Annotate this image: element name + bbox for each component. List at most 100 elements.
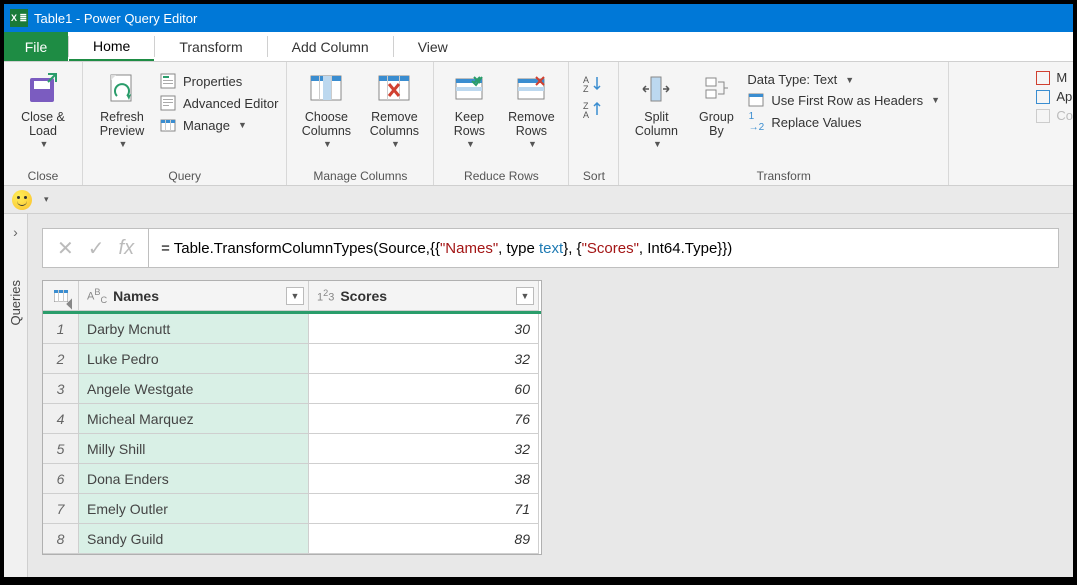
overflow-label-2: Ap <box>1056 89 1072 104</box>
cell-score[interactable]: 76 <box>309 404 539 434</box>
table-row[interactable]: 3Angele Westgate60 <box>43 374 541 404</box>
group-by-label: Group By <box>699 110 734 139</box>
tab-home[interactable]: Home <box>69 32 154 61</box>
tab-file[interactable]: File <box>4 32 68 61</box>
cell-score[interactable]: 38 <box>309 464 539 494</box>
tab-add-column[interactable]: Add Column <box>268 32 393 61</box>
use-first-row-button[interactable]: Use First Row as Headers ▼ <box>747 91 940 109</box>
svg-text:Z: Z <box>583 84 589 92</box>
group-label-close: Close <box>28 169 59 183</box>
dropdown-caret-icon: ▼ <box>528 139 537 149</box>
group-label-manage-columns: Manage Columns <box>313 169 407 183</box>
smiley-icon[interactable] <box>12 190 32 210</box>
overflow-item-3[interactable]: Co <box>1036 108 1073 123</box>
expand-queries-icon[interactable]: › <box>13 224 18 240</box>
cell-name[interactable]: Darby Mcnutt <box>79 314 309 344</box>
sort-desc-button[interactable]: ZA <box>583 100 605 118</box>
cell-score[interactable]: 71 <box>309 494 539 524</box>
properties-icon <box>159 72 177 90</box>
refresh-icon <box>105 68 139 110</box>
data-type-label: Data Type: Text <box>747 72 837 87</box>
remove-rows-button[interactable]: Remove Rows ▼ <box>502 66 560 151</box>
cell-name[interactable]: Angele Westgate <box>79 374 309 404</box>
table-row[interactable]: 6Dona Enders38 <box>43 464 541 494</box>
formula-cancel-icon[interactable]: ✕ <box>57 236 74 261</box>
row-index: 6 <box>43 464 79 494</box>
column-filter-names[interactable]: ▼ <box>286 287 304 305</box>
data-type-button[interactable]: Data Type: Text ▼ <box>747 72 940 87</box>
ribbon-tabs: File Home Transform Add Column View <box>4 32 1073 62</box>
remove-rows-icon <box>516 68 546 110</box>
ribbon: Close & Load ▼ Close Refresh Preview ▼ <box>4 62 1073 186</box>
overflow-label-3: Co <box>1056 108 1073 123</box>
table-row[interactable]: 8Sandy Guild89 <box>43 524 541 554</box>
split-column-icon <box>641 68 671 110</box>
choose-columns-button[interactable]: Choose Columns ▼ <box>295 66 357 151</box>
formula-input[interactable]: = Table.TransformColumnTypes(Source,{{"N… <box>149 228 1059 268</box>
table-row[interactable]: 2Luke Pedro32 <box>43 344 541 374</box>
row-selector-header[interactable] <box>43 281 79 311</box>
group-by-button[interactable]: Group By <box>691 66 741 141</box>
advanced-editor-button[interactable]: Advanced Editor <box>159 94 278 112</box>
cell-name[interactable]: Milly Shill <box>79 434 309 464</box>
cell-name[interactable]: Micheal Marquez <box>79 404 309 434</box>
overflow-item-2[interactable]: Ap <box>1036 89 1072 104</box>
remove-columns-button[interactable]: Remove Columns ▼ <box>363 66 425 151</box>
keep-rows-button[interactable]: Keep Rows ▼ <box>442 66 496 151</box>
overflow-item-1[interactable]: M <box>1036 70 1067 85</box>
sort-asc-button[interactable]: AZ <box>583 74 605 92</box>
dropdown-caret-icon: ▼ <box>40 139 49 149</box>
group-sort: AZ ZA Sort <box>569 62 619 185</box>
column-header-scores[interactable]: 123 Scores ▼ <box>309 281 539 311</box>
table-row[interactable]: 5Milly Shill32 <box>43 434 541 464</box>
cell-name[interactable]: Emely Outler <box>79 494 309 524</box>
fx-icon[interactable]: fx <box>119 237 135 260</box>
row-index: 1 <box>43 314 79 344</box>
grid-header-row: ABC Names ▼ 123 Scores ▼ <box>43 281 541 311</box>
cell-name[interactable]: Dona Enders <box>79 464 309 494</box>
table-row[interactable]: 1Darby Mcnutt30 <box>43 314 541 344</box>
quick-access-bar: ▾ <box>4 186 1073 214</box>
advanced-editor-icon <box>159 94 177 112</box>
cell-score[interactable]: 60 <box>309 374 539 404</box>
row-index: 8 <box>43 524 79 554</box>
split-column-label: Split Column <box>635 110 678 139</box>
cell-score[interactable]: 89 <box>309 524 539 554</box>
close-load-label: Close & Load <box>21 110 65 139</box>
manage-label: Manage <box>183 118 230 133</box>
manage-button[interactable]: Manage ▼ <box>159 116 278 134</box>
table-row[interactable]: 4Micheal Marquez76 <box>43 404 541 434</box>
formula-bar: ✕ ✓ fx = Table.TransformColumnTypes(Sour… <box>42 228 1059 268</box>
group-transform: Split Column ▼ Group By Data Type: Text … <box>619 62 949 185</box>
tab-transform[interactable]: Transform <box>155 32 266 61</box>
data-grid: ABC Names ▼ 123 Scores ▼ 1Darby Mcnutt30… <box>42 280 542 555</box>
cell-name[interactable]: Luke Pedro <box>79 344 309 374</box>
overflow-label-1: M <box>1056 70 1067 85</box>
choose-columns-icon <box>309 68 343 110</box>
column-header-names[interactable]: ABC Names ▼ <box>79 281 309 311</box>
svg-text:A: A <box>583 110 589 118</box>
keep-rows-label: Keep Rows <box>454 110 485 139</box>
replace-values-label: Replace Values <box>771 115 861 130</box>
cell-score[interactable]: 32 <box>309 434 539 464</box>
cell-score[interactable]: 32 <box>309 344 539 374</box>
qat-dropdown-icon[interactable]: ▾ <box>44 194 49 205</box>
queries-label: Queries <box>8 280 23 326</box>
tab-view[interactable]: View <box>394 32 472 61</box>
cell-score[interactable]: 30 <box>309 314 539 344</box>
group-label-query: Query <box>168 169 201 183</box>
refresh-preview-button[interactable]: Refresh Preview ▼ <box>91 66 153 151</box>
column-name-names: Names <box>113 288 159 304</box>
queries-pane-collapsed: › Queries <box>4 214 28 577</box>
column-filter-scores[interactable]: ▼ <box>516 287 534 305</box>
close-and-load-button[interactable]: Close & Load ▼ <box>12 66 74 151</box>
dropdown-caret-icon: ▼ <box>238 120 247 130</box>
table-row[interactable]: 7Emely Outler71 <box>43 494 541 524</box>
cell-name[interactable]: Sandy Guild <box>79 524 309 554</box>
remove-columns-label: Remove Columns <box>370 110 419 139</box>
split-column-button[interactable]: Split Column ▼ <box>627 66 685 151</box>
properties-button[interactable]: Properties <box>159 72 278 90</box>
formula-accept-icon[interactable]: ✓ <box>88 236 105 261</box>
main-area: › Queries ✕ ✓ fx = Table.TransformColumn… <box>4 214 1073 577</box>
replace-values-button[interactable]: 1→2 Replace Values <box>747 113 940 131</box>
